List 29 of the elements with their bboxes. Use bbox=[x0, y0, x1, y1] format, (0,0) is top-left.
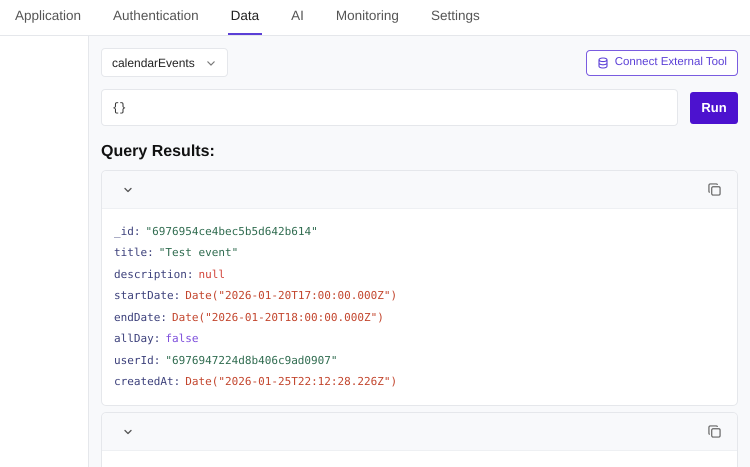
nav-tab[interactable]: Authentication bbox=[110, 0, 202, 35]
field-key: createdAt: bbox=[114, 374, 180, 390]
field-value: false bbox=[165, 331, 198, 347]
nav-tab[interactable]: Application bbox=[12, 0, 84, 35]
connect-external-tool-button[interactable]: Connect External Tool bbox=[586, 50, 738, 76]
field-value: Date("2026-01-20T18:00:00.000Z") bbox=[172, 310, 384, 326]
collection-select[interactable]: calendarEvents bbox=[101, 48, 228, 77]
field-key: _id: bbox=[114, 224, 140, 240]
nav-tab[interactable]: Settings bbox=[428, 0, 483, 35]
field-value: null bbox=[198, 266, 225, 282]
copy-icon[interactable] bbox=[708, 183, 721, 196]
results-heading: Query Results: bbox=[101, 142, 216, 162]
nav-tab[interactable]: Monitoring bbox=[332, 0, 402, 35]
field-value: Date("2026-01-20T17:00:00.000Z") bbox=[185, 288, 398, 304]
field-key: startDate: bbox=[114, 288, 180, 304]
field-key: endDate: bbox=[114, 310, 167, 326]
field-value: "Test event" bbox=[158, 245, 238, 261]
nav-tab[interactable]: AI bbox=[288, 0, 307, 35]
field-key: allDay: bbox=[114, 331, 160, 348]
field-value: Date("2026-01-25T22:12:28.226Z") bbox=[185, 374, 398, 390]
field-key: userId: bbox=[114, 352, 160, 369]
field-value: "6976954ce4bec5b5d642b614" bbox=[146, 224, 318, 240]
run-button[interactable]: Run bbox=[690, 92, 738, 124]
database-icon bbox=[596, 56, 609, 68]
query-field[interactable]: {} bbox=[101, 89, 678, 126]
copy-icon[interactable] bbox=[708, 425, 721, 438]
field-key: title: bbox=[114, 245, 154, 262]
field-value: "6976947224d8b406c9ad0907" bbox=[165, 352, 338, 368]
field-key: description: bbox=[114, 266, 194, 283]
